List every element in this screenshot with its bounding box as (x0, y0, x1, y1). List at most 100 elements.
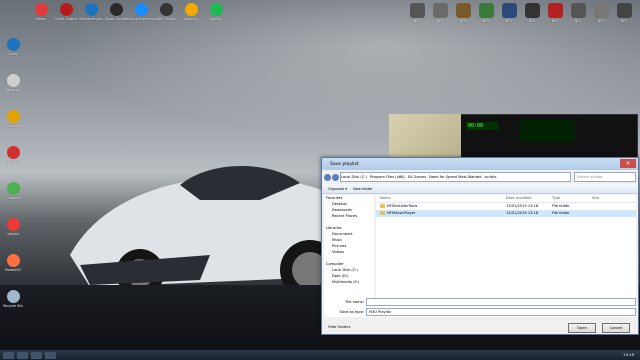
breadcrumb-item[interactable]: scripts (485, 175, 497, 179)
desktop-icon-label: Winamp (6, 88, 20, 92)
desktop-icon-label: Spotify (210, 17, 222, 21)
desktop-icon-label: Recycle Bin (3, 304, 23, 308)
desktop-icon-label: Malwarebytes (79, 17, 103, 21)
open-button[interactable]: Open (568, 323, 596, 333)
column-size[interactable]: Size (592, 195, 622, 202)
desktop-icon-label: Chrome (6, 196, 20, 200)
app-icon (6, 290, 20, 303)
column-type[interactable]: Type (552, 195, 592, 202)
taskbar-app-explorer[interactable] (17, 351, 28, 359)
app-icon (501, 3, 517, 18)
taskbar-app-player[interactable] (45, 351, 56, 359)
desktop-icon-left_icons-2[interactable]: Ultimaker (0, 110, 26, 128)
save-type-select[interactable]: M3U Playlist (366, 307, 636, 316)
app-icon (432, 3, 448, 18)
file-name-row: File name: (324, 297, 636, 306)
app-icon (209, 3, 223, 16)
desktop-icon-left_icons-3[interactable]: Opera (0, 146, 26, 164)
hide-folders-toggle[interactable]: Hide Folders (328, 325, 350, 329)
file-row[interactable]: NFSInstallerTools 13/01/2019 13:18 File … (376, 203, 636, 210)
app-icon (84, 3, 98, 16)
desktop-icon-label: NFS (528, 19, 536, 23)
column-date[interactable]: Date modified (506, 195, 552, 202)
cancel-button[interactable]: Cancel (602, 323, 630, 333)
file-row-selected[interactable]: NFSMusicPlayer 13/01/2019 13:18 File fol… (376, 210, 636, 217)
back-arrow-icon[interactable] (324, 173, 331, 181)
desktop-icon-left_icons-4[interactable]: Chrome (0, 182, 26, 200)
desktop-icon-top_icons-5[interactable]: OBS Studio (153, 3, 179, 21)
app-icon (184, 3, 198, 16)
dialog-titlebar[interactable]: Save playlist × (322, 158, 638, 170)
organize-button[interactable]: Organize ▾ (328, 187, 347, 191)
desktop-icon-label: Vivaldi (7, 232, 19, 236)
file-name-input[interactable] (366, 297, 636, 306)
desktop-icon-label: NFS (574, 19, 582, 23)
desktop-icon-top_icons-4[interactable]: GeForce Experience (124, 3, 158, 21)
dialog-footer: Hide Folders Open Cancel (322, 319, 638, 334)
file-name: NFSInstallerTools (387, 204, 418, 208)
folder-icon (380, 204, 385, 208)
app-icon (6, 254, 20, 267)
app-icon (547, 3, 563, 18)
app-icon (6, 38, 20, 51)
file-type: File folder (552, 211, 570, 215)
dialog-title: Save playlist (330, 161, 359, 167)
desktop-icon-top_icons-6[interactable]: Audacity (178, 3, 204, 21)
player-time-display: 00:00 (466, 122, 498, 130)
desktop-icon-left_icons-7[interactable]: Recycle Bin (0, 290, 26, 308)
desktop-icon-label: OBS Studio (156, 17, 176, 21)
desktop-icon-right_icons-9[interactable]: NFS (611, 3, 637, 23)
breadcrumb-item[interactable]: Local Disk (C:) (341, 175, 367, 179)
address-bar: Local Disk (C:) Program Files (x86) EA Gam… (324, 172, 636, 182)
file-type: File folder (552, 204, 570, 208)
desktop-icon-top_icons-2[interactable]: Malwarebytes (78, 3, 104, 21)
file-size (592, 203, 622, 210)
breadcrumb[interactable]: Local Disk (C:) Program Files (x86) EA Gam… (340, 172, 571, 182)
file-date: 13/01/2019 13:18 (506, 211, 539, 215)
album-art (389, 114, 461, 158)
desktop-icon-label: NFS (505, 19, 513, 23)
desktop-icon-label: PowerISO (4, 268, 22, 272)
app-icon (478, 3, 494, 18)
breadcrumb-item[interactable]: EA Games (408, 175, 426, 179)
desktop-icon-top_icons-7[interactable]: Spotify (203, 3, 229, 21)
app-icon (6, 146, 20, 159)
save-type-label: Save as type: (339, 309, 364, 314)
desktop-icon-left_icons-5[interactable]: Vivaldi (0, 218, 26, 236)
desktop-icon-label: NFS (551, 19, 559, 23)
app-icon (570, 3, 586, 18)
file-name-label: File name: (345, 299, 364, 304)
desktop-icon-label: Cheat Engine (54, 17, 78, 21)
desktop-icon-label: Uplay (8, 52, 18, 56)
desktop-icon-top_icons-1[interactable]: Cheat Engine (53, 3, 79, 21)
start-button[interactable] (3, 351, 14, 359)
nav-item[interactable]: Multimedia (E:) (324, 279, 374, 285)
desktop-icon-top_icons-0[interactable]: Steam (28, 3, 54, 21)
app-icon (6, 218, 20, 231)
app-icon (409, 3, 425, 18)
search-input[interactable]: Search scripts (574, 172, 636, 182)
desktop-icon-label: Ultimaker (4, 124, 22, 128)
app-icon (6, 110, 20, 123)
breadcrumb-item[interactable]: Need for Speed Most Wanted (429, 175, 481, 179)
desktop-icon-left_icons-6[interactable]: PowerISO (0, 254, 26, 272)
desktop-icon-label: NFS (482, 19, 490, 23)
desktop-icon-label: NFS (459, 19, 467, 23)
column-headers: Name Date modified Type Size (376, 195, 636, 203)
new-folder-button[interactable]: New folder (353, 187, 372, 191)
app-icon (524, 3, 540, 18)
command-bar: Organize ▾ New folder (322, 184, 638, 194)
forward-arrow-icon[interactable] (332, 173, 339, 181)
close-button[interactable]: × (620, 159, 636, 168)
app-icon (6, 182, 20, 195)
taskbar-app-browser[interactable] (31, 351, 42, 359)
desktop-icon-label: Steam (35, 17, 47, 21)
save-type-row: Save as type: M3U Playlist (324, 307, 636, 316)
app-icon (109, 3, 123, 16)
column-name[interactable]: Name (376, 195, 506, 202)
app-icon (6, 74, 20, 87)
desktop-icon-left_icons-1[interactable]: Winamp (0, 74, 26, 92)
breadcrumb-item[interactable]: Program Files (x86) (370, 175, 405, 179)
desktop-icon-label: NFS (620, 19, 628, 23)
desktop-icon-left_icons-0[interactable]: Uplay (0, 38, 26, 56)
